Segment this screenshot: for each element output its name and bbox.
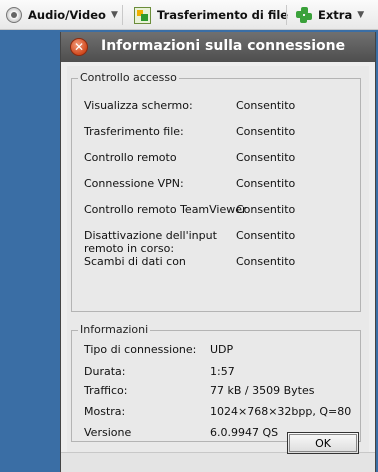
- close-icon: ✕: [73, 40, 85, 54]
- info-label-duration: Durata:: [84, 365, 126, 378]
- info-label-display: Mostra:: [84, 405, 126, 418]
- extra-puzzle-icon: [296, 7, 312, 23]
- info-label-connection-type: Tipo di connessione:: [84, 343, 197, 356]
- info-value-connection-type: UDP: [210, 343, 234, 356]
- close-button[interactable]: ✕: [70, 38, 88, 56]
- toolbar-divider: [286, 5, 287, 25]
- information-legend: Informazioni: [78, 323, 151, 336]
- info-label-traffic: Traffico:: [84, 384, 128, 397]
- dialog-footer: [61, 452, 375, 472]
- connection-info-dialog: ✕ Informazioni sulla connessione Control…: [60, 32, 376, 472]
- access-label-vpn: Connessione VPN:: [84, 177, 184, 190]
- audio-video-label: Audio/Video: [28, 8, 106, 22]
- toolbar-divider: [122, 5, 123, 25]
- access-value-remote-control: Consentito: [236, 151, 296, 164]
- info-label-version: Versione: [84, 426, 132, 439]
- access-label-input-disable: Disattivazione dell'input remoto in cors…: [84, 229, 217, 255]
- info-value-traffic: 77 kB / 3509 Bytes: [210, 384, 315, 397]
- toolbar: Audio/Video ▼ Trasferimento di file Extr…: [0, 0, 378, 30]
- dialog-titlebar[interactable]: ✕ Informazioni sulla connessione: [61, 32, 375, 62]
- access-value-data-exchange: Consentito: [236, 255, 296, 268]
- info-value-display: 1024×768×32bpp, Q=80: [210, 405, 352, 418]
- access-label-data-exchange: Scambi di dati con: [84, 255, 186, 268]
- access-label-teamviewer-remote: Controllo remoto TeamViewer: [84, 203, 247, 216]
- access-value-teamviewer-remote: Consentito: [236, 203, 296, 216]
- ok-button[interactable]: OK: [287, 432, 359, 454]
- access-value-input-disable: Consentito: [236, 229, 296, 242]
- dialog-content: Controllo accesso Visualizza schermo: Co…: [67, 66, 369, 452]
- file-transfer-button[interactable]: Trasferimento di file: [134, 5, 288, 25]
- file-transfer-icon: [134, 6, 151, 24]
- access-label-file-transfer: Trasferimento file:: [84, 125, 184, 138]
- file-transfer-label: Trasferimento di file: [157, 8, 289, 22]
- access-control-legend: Controllo accesso: [78, 71, 179, 84]
- info-value-duration: 1:57: [210, 365, 235, 378]
- audio-video-icon: [6, 7, 22, 23]
- chevron-down-icon: ▼: [357, 10, 365, 20]
- dialog-title: Informazioni sulla connessione: [101, 38, 346, 54]
- audio-video-menu[interactable]: Audio/Video ▼: [6, 5, 118, 25]
- access-value-vpn: Consentito: [236, 177, 296, 190]
- access-value-view-screen: Consentito: [236, 99, 296, 112]
- access-label-remote-control: Controllo remoto: [84, 151, 177, 164]
- information-group: Informazioni Tipo di connessione: UDP Du…: [71, 323, 361, 442]
- access-control-group: Controllo accesso Visualizza schermo: Co…: [71, 71, 361, 312]
- extra-menu[interactable]: Extra ▼: [296, 5, 364, 25]
- access-value-file-transfer: Consentito: [236, 125, 296, 138]
- info-value-version: 6.0.9947 QS: [210, 426, 279, 439]
- chevron-down-icon: ▼: [110, 10, 118, 20]
- extra-label: Extra: [318, 8, 353, 22]
- access-label-view-screen: Visualizza schermo:: [84, 99, 193, 112]
